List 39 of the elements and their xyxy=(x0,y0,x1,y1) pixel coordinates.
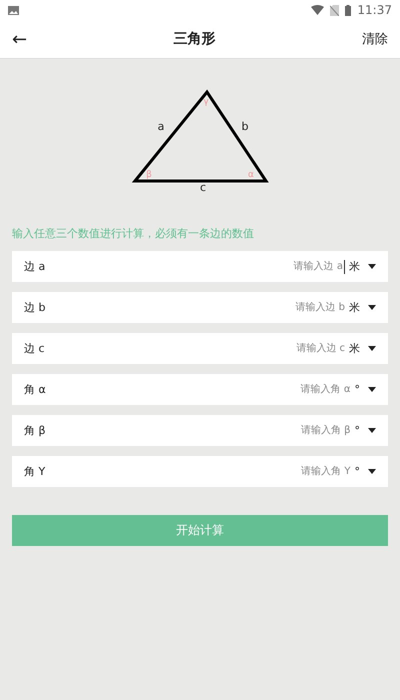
dropdown-caret-icon[interactable] xyxy=(368,346,376,351)
dropdown-caret-icon[interactable] xyxy=(368,428,376,433)
angle-label: γ xyxy=(203,97,209,107)
field-label: 角 Y xyxy=(24,464,46,479)
field-label: 边 b xyxy=(24,300,46,315)
angle-label: α xyxy=(248,170,254,180)
unit-label: 米 xyxy=(349,259,360,274)
input-field[interactable]: 请输入角 α xyxy=(230,384,350,395)
unit-label: ° xyxy=(354,424,360,437)
status-time: 11:37 xyxy=(357,3,392,17)
image-icon xyxy=(8,6,19,14)
dropdown-caret-icon[interactable] xyxy=(368,387,376,392)
hint-text: 输入任意三个数值进行计算，必须有一条边的数值 xyxy=(12,226,255,241)
input-field[interactable]: 请输入边 b xyxy=(225,302,345,313)
input-field[interactable]: 请输入边 c xyxy=(225,343,345,354)
dropdown-caret-icon[interactable] xyxy=(368,264,376,269)
input-field[interactable]: 请输入边 a xyxy=(223,261,343,272)
input-field[interactable]: 请输入角 Y xyxy=(230,466,350,477)
unit-label: ° xyxy=(354,465,360,478)
field-label: 角 α xyxy=(24,382,47,397)
battery-icon xyxy=(345,4,352,16)
page-title: 三角形 xyxy=(174,30,216,48)
angle-label: β xyxy=(146,170,152,180)
input-field[interactable]: 请输入角 β xyxy=(230,425,350,436)
field-label: 边 c xyxy=(24,341,46,356)
side-label: b xyxy=(242,120,248,133)
field-label: 边 a xyxy=(24,259,46,274)
field-label: 角 β xyxy=(24,423,47,438)
no-sim-icon xyxy=(330,4,340,16)
back-button[interactable]: ← xyxy=(12,28,28,50)
side-label: c xyxy=(200,181,206,194)
unit-label: ° xyxy=(354,383,360,396)
unit-label: 米 xyxy=(349,341,360,356)
dropdown-caret-icon[interactable] xyxy=(368,469,376,474)
dropdown-caret-icon[interactable] xyxy=(368,305,376,310)
side-label: a xyxy=(158,120,164,133)
wifi-icon xyxy=(311,5,324,15)
clear-button[interactable]: 清除 xyxy=(362,30,388,48)
unit-label: 米 xyxy=(349,300,360,315)
